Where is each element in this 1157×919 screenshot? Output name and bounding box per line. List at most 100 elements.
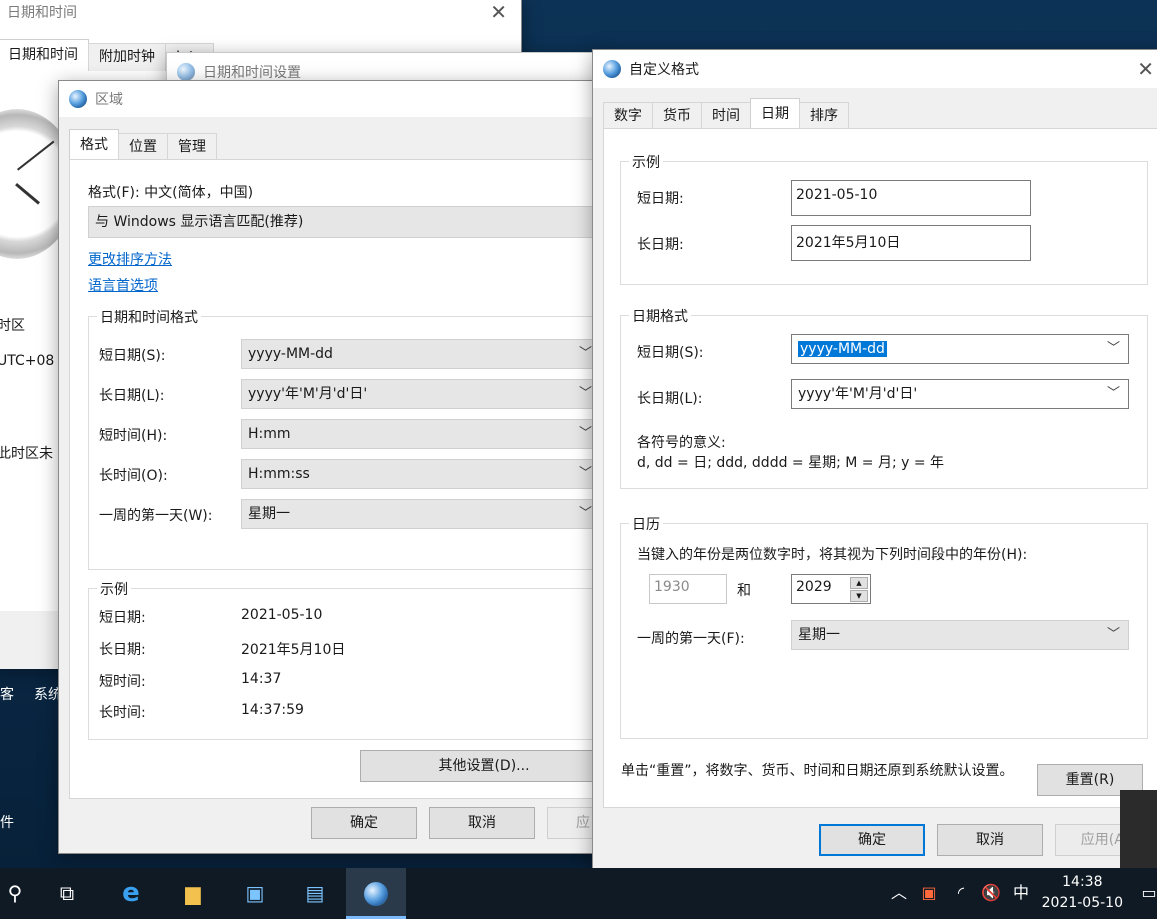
tab-currency[interactable]: 货币 — [652, 102, 702, 130]
long-time-combo[interactable]: H:mm:ss ﹀ — [241, 459, 601, 489]
bg-bottom-strip — [0, 611, 67, 669]
long-date-label: 长日期(L): — [99, 388, 165, 404]
ie-icon[interactable]: e — [116, 878, 146, 908]
example-long-date-label: 长日期: — [99, 642, 146, 658]
calendar-first-day-label: 一周的第一天(F): — [637, 631, 745, 647]
timezone-dst-note: 此时区未 — [0, 446, 53, 462]
datetime-settings-title: 日期和时间设置 — [203, 65, 301, 81]
chevron-down-icon: ﹀ — [578, 426, 592, 441]
custom-short-format-label: 短日期(S): — [637, 345, 704, 361]
notification-warning-icon[interactable]: ▣ — [914, 878, 944, 908]
desktop-icon-label[interactable]: 客 — [0, 684, 14, 704]
task-view-icon[interactable]: ⧉ — [52, 878, 82, 908]
example-short-date-value: 2021-05-10 — [241, 607, 323, 623]
calendar-title: 日历 — [629, 514, 663, 534]
custom-long-date-value: 2021年5月10日 — [796, 235, 901, 251]
short-date-label: 短日期(S): — [99, 348, 166, 364]
timezone-value: UTC+08 — [0, 353, 55, 369]
desktop-icon-label[interactable]: 件 — [0, 812, 14, 832]
tab-location[interactable]: 位置 — [118, 133, 168, 161]
first-day-combo[interactable]: 星期一 ﹀ — [241, 499, 601, 529]
spin-down-icon[interactable]: ▼ — [850, 590, 868, 602]
symbol-meaning-text: d, dd = 日; ddd, dddd = 星期; M = 月; y = 年 — [637, 455, 945, 471]
region-taskbar-button[interactable] — [346, 868, 406, 919]
short-date-value: yyyy-MM-dd — [248, 346, 333, 362]
calendar-group: 日历 当键入的年份是两位数字时，将其视为下列时间段中的年份(H): 1930 和… — [620, 514, 1148, 739]
example-group: 示例 短日期: 2021-05-10 长日期: 2021年5月10日 短时间: … — [88, 579, 628, 740]
chevron-down-icon: ﹀ — [578, 466, 592, 481]
custom-date-panel: 示例 短日期: 2021-05-10 长日期: 2021年5月10日 日期格式 … — [603, 128, 1157, 808]
chevron-down-icon: ﹀ — [578, 386, 592, 401]
change-sort-link[interactable]: 更改排序方法 — [88, 249, 172, 269]
spin-up-icon[interactable]: ▲ — [850, 577, 868, 589]
example-long-time-label: 长时间: — [99, 705, 146, 721]
long-date-format-value: yyyy'年'M'月'd'日' — [798, 386, 918, 402]
other-settings-button[interactable]: 其他设置(D)... — [360, 750, 608, 782]
tab-additional-clocks[interactable]: 附加时钟 — [88, 43, 166, 71]
close-icon[interactable]: ✕ — [1137, 59, 1154, 79]
tab-date[interactable]: 日期 — [750, 98, 800, 130]
tab-time[interactable]: 时间 — [701, 102, 751, 130]
custom-long-format-label: 长日期(L): — [637, 391, 703, 407]
timezone-label: 时区 — [0, 318, 25, 334]
year-from-box: 1930 — [649, 574, 727, 604]
custom-format-window: 自定义格式 ✕ 数字 货币 时间 日期 排序 示例 短日期: 2021-05-1… — [592, 49, 1157, 869]
year-to-spinner[interactable]: 2029 ▲ ▼ — [791, 574, 871, 604]
chevron-down-icon: ﹀ — [1106, 627, 1120, 642]
chevron-up-icon[interactable]: ︿ — [884, 878, 914, 908]
short-date-format-value[interactable]: yyyy-MM-dd — [798, 341, 887, 357]
format-combo-value: 与 Windows 显示语言匹配(推荐) — [95, 214, 304, 230]
example-short-time-value: 14:37 — [241, 671, 282, 687]
tab-sort[interactable]: 排序 — [799, 102, 849, 130]
region-title: 区域 — [95, 92, 123, 108]
short-date-combo[interactable]: yyyy-MM-dd ﹀ — [241, 339, 601, 369]
taskbar-clock[interactable]: 14:38 2021-05-10 — [1042, 872, 1123, 914]
datetime-format-group: 日期和时间格式 短日期(S): yyyy-MM-dd ﹀ 长日期(L): yyy… — [88, 307, 628, 570]
custom-example-title: 示例 — [629, 152, 663, 172]
chevron-down-icon: ﹀ — [578, 346, 592, 361]
custom-ok-button[interactable]: 确定 — [819, 824, 925, 856]
first-day-value: 星期一 — [248, 506, 290, 522]
chevron-down-icon: ﹀ — [578, 506, 592, 521]
long-date-format-combo[interactable]: yyyy'年'M'月'd'日' ﹀ — [791, 379, 1129, 409]
short-time-label: 短时间(H): — [99, 428, 168, 444]
region-formats-panel: 格式(F): 中文(简体，中国) 与 Windows 显示语言匹配(推荐) 更改… — [69, 159, 629, 799]
custom-long-date-box: 2021年5月10日 — [791, 225, 1031, 261]
server-manager-icon[interactable]: ▣ — [240, 878, 270, 908]
format-combo[interactable]: 与 Windows 显示语言匹配(推荐) — [88, 206, 608, 238]
action-center-icon[interactable]: ▭ — [1134, 878, 1157, 908]
year-to-value[interactable]: 2029 — [796, 579, 832, 595]
tab-administrative[interactable]: 管理 — [167, 133, 217, 161]
network-icon[interactable]: ◜ — [946, 878, 976, 908]
tab-datetime[interactable]: 日期和时间 — [0, 39, 89, 71]
file-explorer-icon[interactable]: ▆ — [178, 878, 208, 908]
close-icon[interactable]: ✕ — [490, 2, 507, 22]
tab-formats[interactable]: 格式 — [69, 129, 119, 161]
region-ok-button[interactable]: 确定 — [311, 807, 417, 839]
control-panel-icon[interactable]: ▤ — [300, 878, 330, 908]
short-time-combo[interactable]: H:mm ﹀ — [241, 419, 601, 449]
custom-cancel-button[interactable]: 取消 — [937, 824, 1043, 856]
calendar-first-day-value: 星期一 — [798, 627, 840, 643]
year-and-label: 和 — [737, 583, 751, 599]
media-overlay — [1120, 790, 1157, 868]
ime-indicator[interactable]: 中 — [1006, 878, 1036, 908]
calendar-description: 当键入的年份是两位数字时，将其视为下列时间段中的年份(H): — [637, 547, 1028, 563]
search-icon[interactable]: ⚲ — [0, 878, 30, 908]
first-day-label: 一周的第一天(W): — [99, 508, 213, 524]
chevron-down-icon: ﹀ — [1106, 341, 1120, 356]
region-cancel-button[interactable]: 取消 — [429, 807, 535, 839]
long-date-combo[interactable]: yyyy'年'M'月'd'日' ﹀ — [241, 379, 601, 409]
language-preferences-link[interactable]: 语言首选项 — [88, 275, 158, 295]
volume-muted-icon[interactable]: 🔇 — [976, 878, 1006, 908]
reset-description: 单击“重置”，将数字、货币、时间和日期还原到系统默认设置。 — [621, 763, 1014, 779]
taskbar-date: 2021-05-10 — [1041, 895, 1123, 911]
custom-format-title: 自定义格式 — [629, 62, 699, 78]
calendar-first-day-combo[interactable]: 星期一 ﹀ — [791, 620, 1129, 650]
short-time-value: H:mm — [248, 426, 291, 442]
tab-numbers[interactable]: 数字 — [603, 102, 653, 130]
example-long-date-value: 2021年5月10日 — [241, 642, 346, 658]
year-from-value: 1930 — [654, 579, 690, 595]
short-date-format-combo[interactable]: yyyy-MM-dd ﹀ — [791, 334, 1129, 364]
custom-short-date-label: 短日期: — [637, 191, 684, 207]
